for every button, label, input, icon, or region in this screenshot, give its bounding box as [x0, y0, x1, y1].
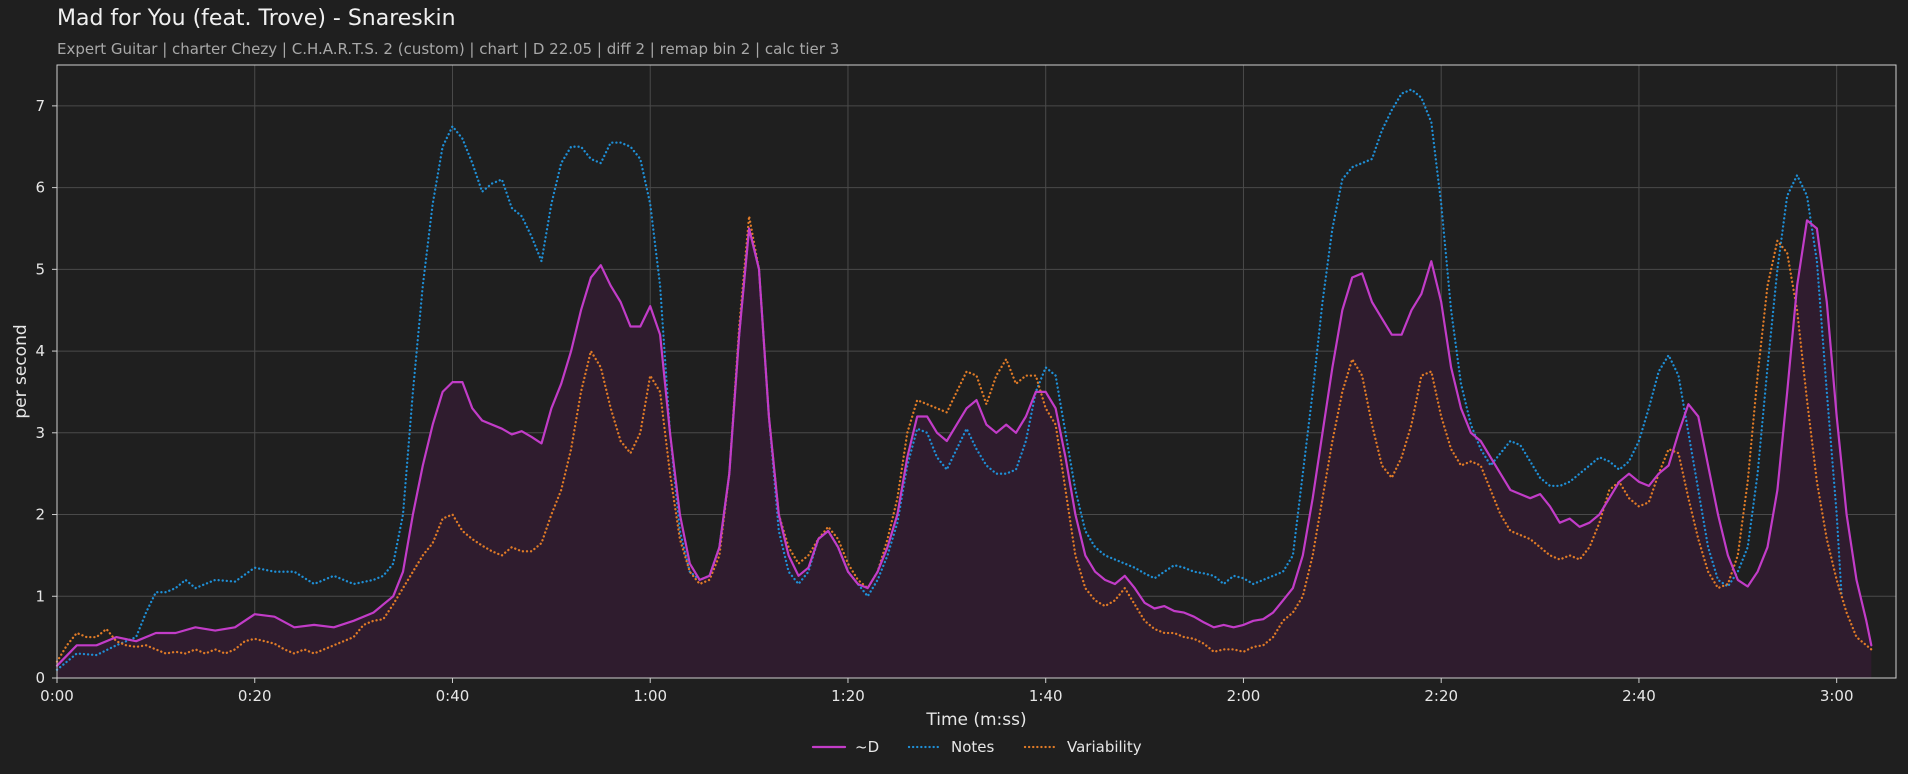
x-tick-label: 1:40 [1029, 687, 1063, 705]
y-tick-label: 0 [35, 669, 45, 687]
x-tick-label: 1:20 [831, 687, 865, 705]
x-axis-label: Time (m:ss) [925, 710, 1026, 730]
legend-label-d: ~D [855, 738, 879, 756]
x-tick-label: 2:40 [1622, 687, 1656, 705]
y-axis-label: per second [11, 324, 31, 418]
legend-label-notes: Notes [951, 738, 995, 756]
x-tick-label: 2:20 [1424, 687, 1458, 705]
y-tick-label: 5 [35, 260, 45, 278]
y-tick-label: 4 [35, 342, 45, 360]
x-tick-label: 0:40 [436, 687, 470, 705]
x-tick-label: 0:00 [40, 687, 74, 705]
x-tick-label: 1:00 [633, 687, 667, 705]
y-tick-label: 2 [35, 506, 45, 524]
y-tick-label: 6 [35, 179, 45, 197]
y-tick-label: 1 [35, 587, 45, 605]
x-tick-label: 2:00 [1227, 687, 1261, 705]
line-chart: 0:00 0:20 0:40 1:00 1:20 1:40 2:00 2:20 2:40 3:00… [11, 64, 1897, 756]
y-tick-label: 3 [35, 424, 45, 442]
legend: ~D Notes Variability [811, 738, 1142, 756]
x-tick-label: 0:20 [238, 687, 272, 705]
y-tick-label: 7 [35, 97, 45, 115]
x-tick-label: 3:00 [1820, 687, 1854, 705]
legend-label-variability: Variability [1067, 738, 1142, 756]
